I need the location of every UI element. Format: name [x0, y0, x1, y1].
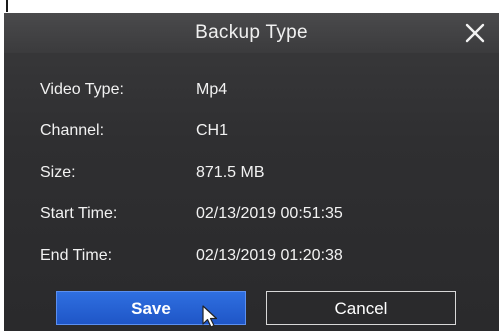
row-channel: Channel: CH1 [4, 116, 499, 148]
save-button[interactable]: Save [56, 291, 246, 325]
size-label: Size: [40, 164, 76, 181]
dialog-titlebar: Backup Type [4, 13, 499, 53]
close-button[interactable] [461, 19, 489, 47]
row-start-time: Start Time: 02/13/2019 00:51:35 [4, 199, 499, 231]
channel-label: Channel: [40, 122, 105, 139]
channel-value: CH1 [196, 122, 229, 139]
dialog-title: Backup Type [195, 22, 308, 43]
video-type-label: Video Type: [40, 81, 124, 98]
end-time-label: End Time: [40, 247, 113, 264]
cancel-button[interactable]: Cancel [266, 291, 456, 325]
backup-type-dialog: Backup Type Video Type: Mp4 Channel: CH1… [4, 13, 499, 331]
row-end-time: End Time: 02/13/2019 01:20:38 [4, 241, 499, 273]
row-video-type: Video Type: Mp4 [4, 75, 499, 107]
close-icon [465, 23, 485, 43]
edge-mark [6, 0, 8, 12]
video-type-value: Mp4 [196, 81, 228, 98]
size-value: 871.5 MB [196, 164, 265, 181]
start-time-label: Start Time: [40, 205, 118, 222]
row-size: Size: 871.5 MB [4, 158, 499, 190]
end-time-value: 02/13/2019 01:20:38 [196, 247, 343, 264]
screen: Backup Type Video Type: Mp4 Channel: CH1… [0, 0, 499, 331]
start-time-value: 02/13/2019 00:51:35 [196, 205, 343, 222]
